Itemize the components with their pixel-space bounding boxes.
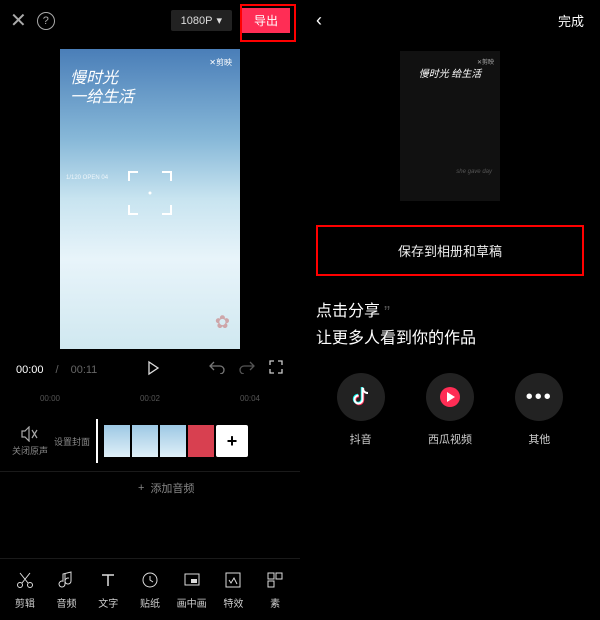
resolution-selector[interactable]: 1080P ▾ — [171, 10, 232, 31]
add-clip-button[interactable]: + — [216, 425, 248, 457]
tool-fx[interactable]: 特效 — [214, 569, 252, 610]
capcut-logo: ✕剪映 — [477, 57, 494, 66]
fullscreen-button[interactable] — [268, 359, 284, 380]
share-heading: 点击分享” 让更多人看到你的作品 — [316, 300, 584, 351]
share-xigua[interactable]: 西瓜视频 — [426, 373, 474, 447]
speaker-icon — [20, 426, 40, 442]
share-section: 点击分享” 让更多人看到你的作品 抖音 西瓜视频 — [316, 300, 584, 447]
save-to-album-button[interactable]: 保存到相册和草稿 — [316, 225, 584, 276]
add-audio-button[interactable]: + 添加音频 — [0, 472, 300, 504]
play-icon — [145, 360, 161, 376]
export-subtitle: she gave day — [456, 169, 492, 175]
time-current: 00:00 — [16, 364, 44, 376]
tool-audio[interactable]: 音频 — [48, 569, 86, 610]
export-highlight-box — [240, 4, 296, 42]
clip-row: 关闭原声 设置封面 + — [0, 411, 300, 472]
text-icon — [89, 569, 127, 591]
mute-button[interactable]: 关闭原声 — [12, 426, 48, 457]
plus-icon: + — [138, 482, 144, 494]
export-title: 慢时光 给生活 — [419, 65, 482, 80]
tool-sticker[interactable]: 贴纸 — [131, 569, 169, 610]
chevron-down-icon: ▾ — [216, 14, 222, 27]
xigua-icon — [440, 387, 460, 407]
clip-thumb[interactable] — [160, 425, 186, 457]
help-button[interactable]: ? — [37, 12, 55, 30]
playhead[interactable] — [96, 419, 98, 463]
undo-button[interactable] — [208, 360, 226, 379]
scissors-icon — [6, 569, 44, 591]
back-button[interactable]: ‹ — [316, 10, 322, 31]
clip-thumb[interactable] — [188, 425, 214, 457]
export-preview[interactable]: ✕剪映 慢时光 给生活 she gave day — [400, 51, 500, 201]
douyin-icon — [350, 385, 372, 409]
video-preview[interactable]: ✕剪映 慢时光 一给生活 1/120 OPEN 04 ✿ — [60, 49, 240, 349]
pip-icon — [173, 569, 211, 591]
cover-button[interactable]: 设置封面 — [54, 435, 90, 448]
share-douyin[interactable]: 抖音 — [337, 373, 385, 447]
tool-cut[interactable]: 剪辑 — [6, 569, 44, 610]
capcut-logo: ✕剪映 — [209, 57, 232, 68]
tool-pip[interactable]: 画中画 — [173, 569, 211, 610]
editor-panel: ✕ ? 1080P ▾ 导出 ✕剪映 慢时光 一给生活 1/120 OPEN 0… — [0, 0, 300, 620]
redo-button[interactable] — [238, 360, 256, 379]
side-text: 1/120 OPEN 04 — [66, 175, 108, 183]
share-row: 抖音 西瓜视频 ••• 其他 — [316, 373, 584, 447]
clip-thumb[interactable] — [104, 425, 130, 457]
done-button[interactable]: 完成 — [558, 11, 584, 30]
time-total: 00:11 — [71, 364, 98, 376]
play-button[interactable] — [109, 360, 196, 379]
decor-icon: ✿ — [215, 312, 230, 333]
clip-thumb[interactable] — [132, 425, 158, 457]
clip-strip[interactable]: + — [96, 419, 288, 463]
focus-reticle-icon — [128, 171, 172, 215]
timeline-ruler: 00:00 00:02 00:04 — [0, 390, 300, 411]
quote-icon: ” — [384, 303, 390, 323]
video-title-overlay: 慢时光 一给生活 — [70, 69, 134, 107]
share-other[interactable]: ••• 其他 — [515, 373, 563, 447]
clock-icon — [131, 569, 169, 591]
note-icon — [48, 569, 86, 591]
bottom-toolbar: 剪辑 音频 文字 贴纸 画中画 特效 素 — [0, 558, 300, 620]
tool-more[interactable]: 素 — [256, 569, 294, 610]
more-icon — [256, 569, 294, 591]
fx-icon — [214, 569, 252, 591]
share-panel: ‹ 完成 ✕剪映 慢时光 给生活 she gave day 保存到相册和草稿 点… — [300, 0, 600, 620]
playback-bar: 00:00 / 00:11 — [0, 349, 300, 390]
share-header: ‹ 完成 — [316, 0, 584, 41]
resolution-label: 1080P — [181, 15, 213, 27]
tool-text[interactable]: 文字 — [89, 569, 127, 610]
close-button[interactable]: ✕ — [10, 8, 27, 33]
more-icon: ••• — [526, 386, 553, 409]
